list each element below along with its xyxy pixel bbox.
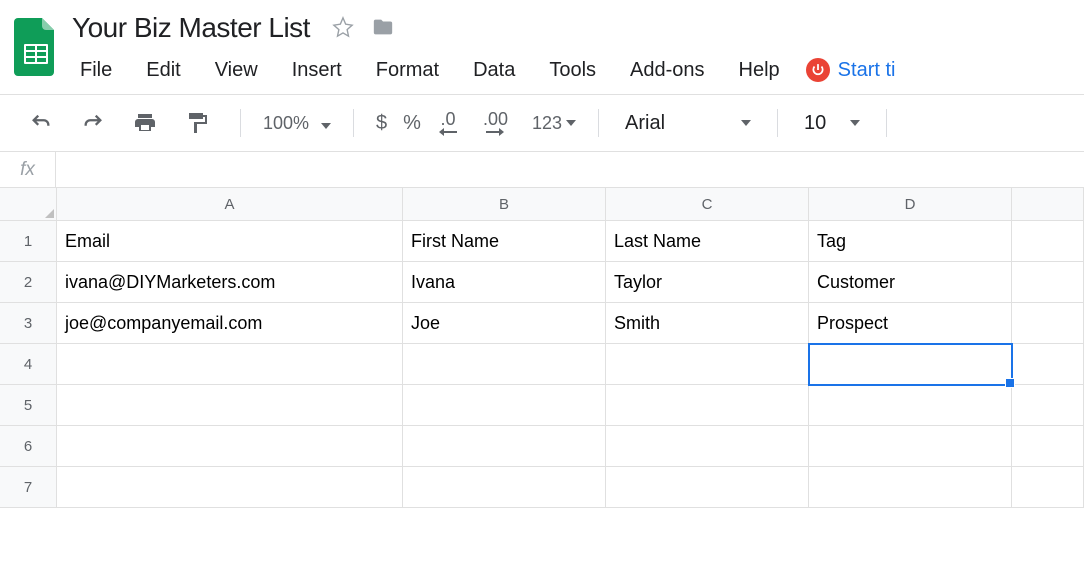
sheets-logo[interactable] [10,12,62,82]
toolbar-wrap: 100% $ % .0 .00 123 Arial 10 [0,94,1084,152]
cell-b7[interactable] [403,467,606,508]
separator [240,109,241,137]
menu-data[interactable]: Data [465,56,523,85]
format-currency-button[interactable]: $ [368,108,395,139]
cell-e3[interactable] [1012,303,1084,344]
cell-a2[interactable]: ivana@DIYMarketers.com [57,262,403,303]
font-size-select[interactable]: 10 [792,108,872,139]
row-header-5[interactable]: 5 [0,385,57,426]
formula-input[interactable] [56,152,1084,187]
cell-a5[interactable] [57,385,403,426]
separator [598,109,599,137]
cell-b5[interactable] [403,385,606,426]
start-timer-link[interactable]: Start ti [838,59,896,82]
row-header-1[interactable]: 1 [0,221,57,262]
menu-file[interactable]: File [72,56,120,85]
formula-bar: fx [0,152,1084,188]
cell-c4[interactable] [606,344,809,385]
cell-a7[interactable] [57,467,403,508]
power-icon[interactable] [806,58,830,82]
col-header-a[interactable]: A [57,188,403,221]
paint-format-icon[interactable] [174,105,220,141]
row-header-3[interactable]: 3 [0,303,57,344]
font-name: Arial [625,112,665,135]
fx-label: fx [0,152,56,187]
font-select[interactable]: Arial [613,108,763,139]
more-formats-label: 123 [532,113,562,134]
cell-d7[interactable] [809,467,1012,508]
increase-decimal-button[interactable]: .00 [473,104,518,142]
cell-b3[interactable]: Joe [403,303,606,344]
chevron-down-icon [566,120,576,126]
cell-b6[interactable] [403,426,606,467]
zoom-value: 100% [263,113,309,134]
decrease-decimal-button[interactable]: .0 [429,104,467,142]
separator [886,109,887,137]
cell-d6[interactable] [809,426,1012,467]
cell-c1[interactable]: Last Name [606,221,809,262]
cell-c3[interactable]: Smith [606,303,809,344]
row-header-6[interactable]: 6 [0,426,57,467]
title-row: Your Biz Master List [72,8,1084,48]
cell-a3[interactable]: joe@companyemail.com [57,303,403,344]
menu-edit[interactable]: Edit [138,56,188,85]
cell-e2[interactable] [1012,262,1084,303]
row-header-7[interactable]: 7 [0,467,57,508]
cell-d3[interactable]: Prospect [809,303,1012,344]
cell-d4[interactable] [809,344,1012,385]
cell-e6[interactable] [1012,426,1084,467]
cell-d1[interactable]: Tag [809,221,1012,262]
chevron-down-icon [850,120,860,126]
cell-a1[interactable]: Email [57,221,403,262]
col-header-e[interactable] [1012,188,1084,221]
separator [777,109,778,137]
zoom-select[interactable]: 100% [255,109,339,138]
cell-e5[interactable] [1012,385,1084,426]
menu-help[interactable]: Help [731,56,788,85]
cell-d5[interactable] [809,385,1012,426]
row-header-2[interactable]: 2 [0,262,57,303]
print-icon[interactable] [122,105,168,141]
folder-icon[interactable] [372,16,394,41]
cell-e1[interactable] [1012,221,1084,262]
doc-title[interactable]: Your Biz Master List [72,12,310,44]
spreadsheet-grid: A B C D 1 Email First Name Last Name Tag… [0,188,1084,508]
cell-d2[interactable]: Customer [809,262,1012,303]
cell-c7[interactable] [606,467,809,508]
cell-a6[interactable] [57,426,403,467]
star-icon[interactable] [332,16,354,41]
cell-b1[interactable]: First Name [403,221,606,262]
menu-insert[interactable]: Insert [284,56,350,85]
select-all-corner[interactable] [0,188,57,221]
menu-tools[interactable]: Tools [541,56,604,85]
menubar: File Edit View Insert Format Data Tools … [72,52,1084,88]
cell-c2[interactable]: Taylor [606,262,809,303]
menu-addons[interactable]: Add-ons [622,56,713,85]
col-header-c[interactable]: C [606,188,809,221]
chevron-down-icon [321,113,331,134]
title-area: Your Biz Master List File Edit View Inse… [62,8,1084,88]
cell-b4[interactable] [403,344,606,385]
col-header-d[interactable]: D [809,188,1012,221]
redo-icon[interactable] [70,106,116,140]
cell-c6[interactable] [606,426,809,467]
format-percent-button[interactable]: % [395,108,429,139]
chevron-down-icon [741,120,751,126]
font-size-value: 10 [804,112,826,135]
row-header-4[interactable]: 4 [0,344,57,385]
cell-e7[interactable] [1012,467,1084,508]
menu-format[interactable]: Format [368,56,447,85]
cell-e4[interactable] [1012,344,1084,385]
cell-a4[interactable] [57,344,403,385]
separator [353,109,354,137]
col-header-b[interactable]: B [403,188,606,221]
undo-icon[interactable] [18,106,64,140]
header: Your Biz Master List File Edit View Inse… [0,0,1084,88]
toolbar: 100% $ % .0 .00 123 Arial 10 [0,95,1084,151]
cell-c5[interactable] [606,385,809,426]
menu-view[interactable]: View [207,56,266,85]
more-formats-button[interactable]: 123 [524,109,584,138]
cell-b2[interactable]: Ivana [403,262,606,303]
